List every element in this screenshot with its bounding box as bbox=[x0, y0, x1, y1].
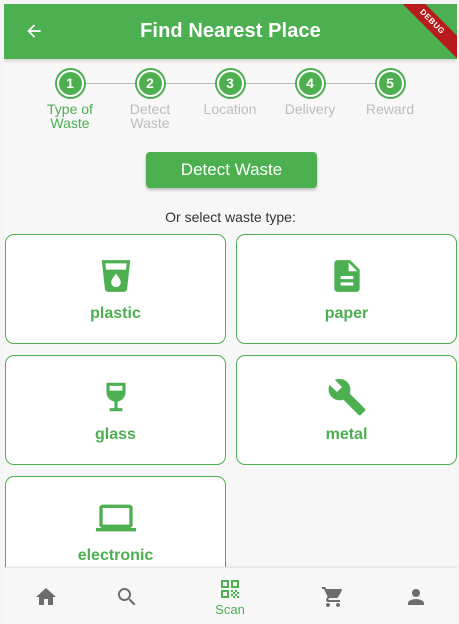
step-type-of-waste[interactable]: 1 Type of Waste bbox=[30, 70, 110, 130]
debug-banner: DEBUG bbox=[387, 4, 457, 67]
step-label: Location bbox=[203, 101, 257, 117]
document-icon bbox=[327, 256, 367, 296]
page-title: Find Nearest Place bbox=[140, 20, 321, 42]
step-number: 4 bbox=[296, 70, 324, 97]
step-number: 2 bbox=[136, 70, 164, 97]
step-label: Delivery bbox=[284, 101, 336, 117]
step-number: 1 bbox=[56, 70, 84, 97]
waste-card-paper[interactable]: paper bbox=[236, 234, 457, 344]
step-delivery[interactable]: 4 Delivery bbox=[270, 70, 350, 116]
step-label: Reward bbox=[365, 101, 415, 117]
waste-name: electronic bbox=[77, 546, 154, 564]
bottom-navigation: Scan bbox=[4, 567, 457, 624]
app-bar: Find Nearest Place DEBUG bbox=[4, 4, 457, 67]
step-location[interactable]: 3 Location bbox=[190, 70, 270, 116]
nav-search[interactable] bbox=[97, 568, 157, 624]
wine-glass-icon bbox=[96, 377, 136, 417]
waste-name: metal bbox=[325, 425, 368, 443]
waste-card-plastic[interactable]: plastic bbox=[5, 234, 226, 344]
waste-name: plastic bbox=[90, 304, 141, 322]
waste-name: glass bbox=[95, 425, 136, 443]
nav-cart[interactable] bbox=[303, 568, 363, 624]
app-screen: Find Nearest Place DEBUG 1 Type of Waste… bbox=[4, 4, 457, 624]
step-label: Type of Waste bbox=[47, 101, 93, 131]
detect-waste-button[interactable]: Detect Waste bbox=[146, 152, 317, 188]
waste-type-prompt: Or select waste type: bbox=[165, 209, 296, 225]
progress-stepper: 1 Type of Waste 2 Detect Waste 3 Locatio… bbox=[4, 70, 457, 140]
cup-icon bbox=[96, 256, 136, 296]
waste-name: paper bbox=[324, 304, 369, 322]
arrow-back-icon bbox=[27, 24, 41, 38]
qr-code-icon bbox=[221, 579, 239, 598]
step-detect-waste[interactable]: 2 Detect Waste bbox=[110, 70, 190, 130]
person-icon bbox=[408, 588, 424, 605]
step-reward[interactable]: 5 Reward bbox=[350, 70, 430, 116]
step-number: 5 bbox=[376, 70, 404, 97]
search-icon bbox=[118, 587, 136, 605]
cart-icon bbox=[322, 586, 343, 607]
step-number: 3 bbox=[216, 70, 244, 97]
laptop-icon bbox=[95, 498, 136, 538]
back-button[interactable] bbox=[22, 19, 46, 43]
waste-card-glass[interactable]: glass bbox=[5, 355, 226, 465]
waste-card-metal[interactable]: metal bbox=[236, 355, 457, 465]
wrench-icon bbox=[327, 377, 367, 417]
nav-home[interactable] bbox=[16, 568, 76, 624]
step-label: Detect Waste bbox=[129, 101, 171, 131]
nav-profile[interactable] bbox=[386, 568, 446, 624]
home-icon bbox=[36, 587, 56, 605]
nav-label: Scan bbox=[215, 601, 245, 617]
nav-scan[interactable]: Scan bbox=[200, 568, 260, 624]
